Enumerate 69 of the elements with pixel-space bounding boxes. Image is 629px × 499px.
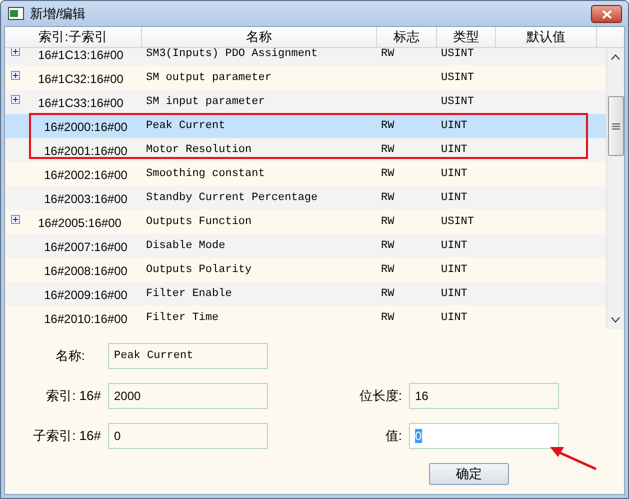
name-cell-text: Motor Resolution <box>145 144 252 156</box>
index-cell-text: 16#2010:16#00 <box>43 312 128 326</box>
column-header[interactable]: 类型 <box>437 27 496 47</box>
table-row[interactable]: 16#2009:16#00 Filter Enable RW UINT <box>5 282 606 306</box>
type-cell-text: UINT <box>440 144 468 156</box>
name-cell-text: SM output parameter <box>145 72 272 84</box>
name-cell-text: Peak Current <box>145 120 226 132</box>
name-cell-text: SM input parameter <box>145 96 265 108</box>
flag-cell-text: RW <box>380 48 394 60</box>
field-label: 子索引: 16# <box>32 427 101 445</box>
index-cell-text: 16#1C13:16#00 <box>37 48 124 62</box>
index-cell-text: 16#2008:16#00 <box>43 264 128 278</box>
index-cell-text: 16#2002:16#00 <box>43 168 128 182</box>
name-cell-text: SM3(Inputs) PDO Assignment <box>145 48 318 60</box>
index-field[interactable]: 2000 <box>108 383 268 409</box>
type-cell-text: UINT <box>440 288 468 300</box>
index-cell-text: 16#2001:16#00 <box>43 144 128 158</box>
index-cell-text: 16#2005:16#00 <box>37 216 122 230</box>
name-field[interactable]: Peak Current <box>108 343 268 369</box>
name-cell-text: Standby Current Percentage <box>145 192 318 204</box>
subindex-field[interactable]: 0 <box>108 423 268 449</box>
type-cell-text: UINT <box>440 264 468 276</box>
name-cell-text: Filter Time <box>145 312 219 324</box>
table-row[interactable]: 16#2003:16#00 Standby Current Percentage RW UINT <box>5 186 606 210</box>
flag-cell-text: RW <box>380 240 394 252</box>
table-row[interactable]: 16#1C13:16#00 SM3(Inputs) PDO Assignment RW USINT <box>5 48 606 66</box>
type-cell-text: USINT <box>440 216 474 228</box>
name-cell-text: Disable Mode <box>145 240 226 252</box>
index-cell-text: 16#2009:16#00 <box>43 288 128 302</box>
flag-cell-text: RW <box>380 168 394 180</box>
type-cell-text: UINT <box>440 192 468 204</box>
flag-cell-text: RW <box>380 264 394 276</box>
type-cell-text: UINT <box>440 120 468 132</box>
column-header[interactable]: 默认值 <box>496 27 597 47</box>
type-cell-text: UINT <box>440 312 468 324</box>
flag-cell-text: RW <box>380 144 394 156</box>
name-cell-text: Outputs Polarity <box>145 264 252 276</box>
table-row[interactable]: 16#2007:16#00 Disable Mode RW UINT <box>5 234 606 258</box>
flag-cell-text: RW <box>380 312 394 324</box>
name-cell-text: Smoothing constant <box>145 168 265 180</box>
type-cell-text: UINT <box>440 168 468 180</box>
column-header[interactable]: 索引:子索引 <box>5 27 142 47</box>
name-cell-text: Filter Enable <box>145 288 232 300</box>
table-row[interactable]: 16#2001:16#00 Motor Resolution RW UINT <box>5 138 606 162</box>
index-cell-text: 16#2003:16#00 <box>43 192 128 206</box>
index-cell-text: 16#2000:16#00 <box>43 120 128 134</box>
field-label: 索引: 16# <box>45 387 101 405</box>
type-cell-text: UINT <box>440 240 468 252</box>
type-cell-text: USINT <box>440 96 474 108</box>
column-header[interactable]: 名称 <box>142 27 377 47</box>
name-cell-text: Outputs Function <box>145 216 252 228</box>
type-cell-text: USINT <box>440 72 474 84</box>
field-label: 名称: <box>54 347 86 365</box>
table-row[interactable]: 16#1C33:16#00 SM input parameter USINT <box>5 90 606 114</box>
field-label: 值: <box>384 427 402 445</box>
index-cell-text: 16#1C32:16#00 <box>37 72 124 86</box>
flag-cell-text: RW <box>380 192 394 204</box>
index-cell-text: 16#1C33:16#00 <box>37 96 124 110</box>
column-header[interactable]: 标志 <box>377 27 437 47</box>
bit-length-field[interactable]: 16 <box>409 383 559 409</box>
index-cell-text: 16#2007:16#00 <box>43 240 128 254</box>
flag-cell-text: RW <box>380 216 394 228</box>
type-cell-text: USINT <box>440 48 474 60</box>
ok-button[interactable]: 确定 <box>429 463 509 485</box>
field-label: 位长度: <box>358 387 402 405</box>
table-row[interactable]: 16#2000:16#00 Peak Current RW UINT <box>5 114 606 138</box>
flag-cell-text: RW <box>380 288 394 300</box>
window-title: 新增/编辑 <box>30 4 86 22</box>
flag-cell-text: RW <box>380 120 394 132</box>
